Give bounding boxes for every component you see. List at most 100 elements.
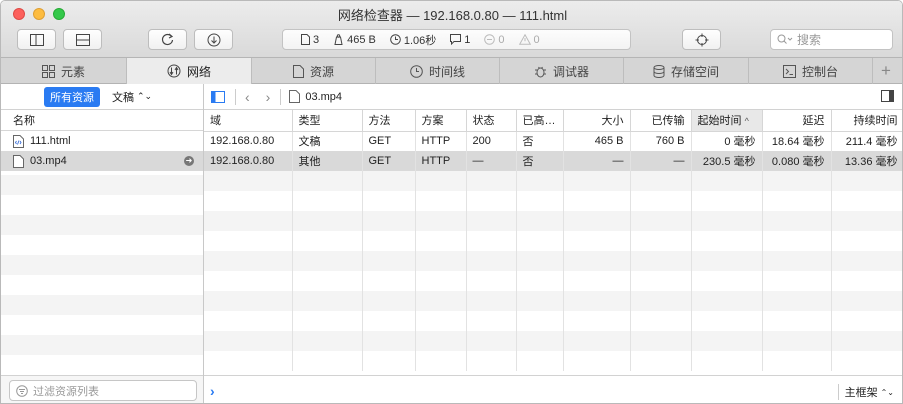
reload-icon	[161, 33, 174, 46]
warning-icon	[518, 34, 531, 45]
left-panel-icon	[29, 33, 44, 46]
clock-icon	[390, 34, 401, 45]
quick-console[interactable]: › 主框架 ⌃⌄	[204, 375, 902, 403]
time-stat[interactable]: 1.06秒	[390, 32, 436, 48]
cell-latency: 0.080 毫秒	[762, 151, 832, 171]
tab-storage[interactable]: 存储空间	[624, 58, 749, 84]
file-icon	[13, 154, 24, 168]
download-button[interactable]	[194, 29, 233, 50]
column-header-scheme[interactable]: 方案	[415, 110, 467, 132]
error-stat[interactable]: 0	[484, 34, 505, 46]
plus-icon: +	[881, 61, 891, 80]
tab-network[interactable]: 网络	[127, 58, 252, 84]
empty-row	[204, 191, 902, 211]
toggle-bottom-panel-button[interactable]	[63, 29, 102, 50]
tab-label: 存储空间	[670, 64, 719, 79]
right-panel-icon[interactable]	[881, 90, 894, 102]
column-header-type[interactable]: 类型	[292, 110, 363, 132]
cell-duration: 13.36 毫秒	[831, 151, 902, 171]
cell-transferred: 760 B	[630, 131, 692, 151]
network-inspector-window: 网络检查器 — 192.168.0.80 — 111.html 3 465 B	[0, 0, 903, 404]
search-placeholder: 搜索	[797, 33, 822, 47]
table-row[interactable]: 192.168.0.80 其他 GET HTTP — 否 — — 230.5 毫…	[204, 151, 902, 171]
sort-ascending-icon: ^	[744, 116, 749, 127]
cell-status: —	[466, 151, 517, 171]
cell-domain: 192.168.0.80	[204, 151, 293, 171]
storage-icon	[653, 64, 665, 78]
column-header-method[interactable]: 方法	[362, 110, 416, 132]
resource-count: 3	[313, 33, 320, 46]
column-header-latency[interactable]: 延迟	[762, 110, 832, 132]
updown-chevron-icon: ⌃⌄	[137, 91, 153, 101]
sidebar-toggle-icon[interactable]	[211, 90, 225, 103]
empty-row	[204, 211, 902, 231]
resource-item-03-mp4[interactable]: 03.mp4 ➜	[1, 151, 203, 171]
column-header-duration[interactable]: 持续时间	[831, 110, 902, 132]
cell-method: GET	[362, 151, 416, 171]
new-tab-button[interactable]: +	[873, 58, 899, 84]
breadcrumb[interactable]: 03.mp4	[289, 90, 342, 103]
cell-transferred: —	[630, 151, 692, 171]
elements-icon	[41, 64, 55, 78]
log-stat[interactable]: 1	[450, 34, 470, 46]
cell-size: 465 B	[563, 131, 631, 151]
tab-label: 时间线	[428, 64, 465, 79]
reload-button[interactable]	[148, 29, 187, 50]
console-icon	[782, 64, 796, 78]
column-header-start-time[interactable]: 起始时间 ^	[691, 110, 763, 132]
column-header-size[interactable]: 大小	[563, 110, 631, 132]
content-nav-bar: ‹ › 03.mp4	[204, 84, 902, 110]
cell-latency: 18.64 毫秒	[762, 131, 832, 151]
filter-icon	[16, 384, 28, 397]
table-row[interactable]: 192.168.0.80 文稿 GET HTTP 200 否 465 B 760…	[204, 131, 902, 151]
warning-stat[interactable]: 0	[518, 33, 540, 46]
search-field[interactable]: 搜索	[770, 29, 893, 50]
execution-context-selector[interactable]: 主框架 ⌃⌄	[837, 384, 894, 400]
filter-document-dropdown[interactable]: 文稿 ⌃⌄	[112, 89, 152, 105]
column-header-start-time-label: 起始时间	[697, 115, 742, 128]
cell-status: 200	[466, 131, 517, 151]
resource-count-stat[interactable]: 3	[301, 34, 319, 46]
document-icon	[301, 34, 310, 45]
name-column-header[interactable]: 名称	[1, 110, 203, 131]
tab-elements[interactable]: 元素	[1, 58, 127, 84]
cell-type: 其他	[292, 151, 363, 171]
filter-all-resources[interactable]: 所有资源	[44, 86, 100, 107]
tab-debugger[interactable]: 调试器	[500, 58, 624, 84]
column-header-cached[interactable]: 已高…	[516, 110, 564, 132]
resource-item-111-html[interactable]: 111.html	[1, 131, 203, 151]
empty-row	[204, 251, 902, 271]
tab-label: 资源	[309, 64, 334, 79]
cell-scheme: HTTP	[415, 131, 467, 151]
network-main-panel: ‹ › 03.mp4 域 类型 方法 方案 状态 已高… 大小 已传输 起始时间…	[204, 84, 902, 403]
tab-label: 调试器	[552, 64, 589, 79]
column-header-transferred[interactable]: 已传输	[630, 110, 692, 132]
column-header-status[interactable]: 状态	[466, 110, 517, 132]
forward-chevron-icon[interactable]: ›	[266, 89, 271, 105]
html-file-icon	[13, 134, 24, 148]
warning-count: 0	[533, 33, 540, 46]
tab-console[interactable]: 控制台	[749, 58, 873, 84]
title-bar: 网络检查器 — 192.168.0.80 — 111.html 3 465 B	[1, 1, 902, 58]
toggle-left-panel-button[interactable]	[17, 29, 56, 50]
go-to-arrow-icon[interactable]: ➜	[184, 156, 194, 166]
download-icon	[207, 33, 220, 46]
empty-row	[204, 351, 902, 371]
cell-domain: 192.168.0.80	[204, 131, 293, 151]
back-chevron-icon[interactable]: ‹	[245, 89, 250, 105]
cell-cached: 否	[516, 131, 564, 151]
cell-cached: 否	[516, 151, 564, 171]
inspect-element-button[interactable]	[682, 29, 721, 50]
updown-chevron-icon: ⌃⌄	[880, 387, 894, 397]
sidebar-footer: 过滤资源列表	[1, 375, 203, 403]
tab-timeline[interactable]: 时间线	[376, 58, 500, 84]
empty-row	[204, 311, 902, 331]
cell-scheme: HTTP	[415, 151, 467, 171]
size-stat[interactable]: 465 B	[333, 34, 376, 46]
divider	[235, 88, 236, 105]
column-header-domain[interactable]: 域	[204, 110, 293, 132]
table-header-row: 域 类型 方法 方案 状态 已高… 大小 已传输 起始时间 ^ 延迟 持续时间	[204, 110, 902, 132]
tab-resources[interactable]: 资源	[252, 58, 376, 84]
message-icon	[450, 34, 462, 45]
filter-resource-list-field[interactable]: 过滤资源列表	[9, 380, 197, 401]
